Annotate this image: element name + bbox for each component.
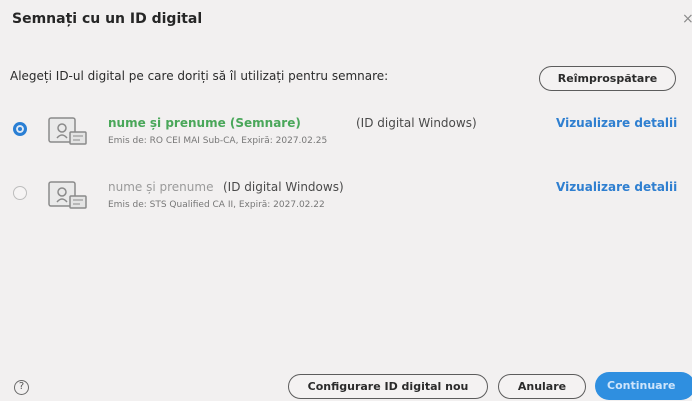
digital-id-option[interactable]: nume și prenume (ID digital Windows) Emi… [0,178,692,222]
refresh-button[interactable]: Reîmprospătare [539,66,676,91]
close-icon[interactable]: × [682,11,692,27]
id-type: (ID digital Windows) [223,180,344,194]
id-type: (ID digital Windows) [356,116,477,130]
choose-id-prompt: Alegeți ID-ul digital pe care doriți să … [10,69,389,83]
radio-selected[interactable] [13,122,27,136]
id-issuer: Emis de: RO CEI MAI Sub-CA, Expiră: 2027… [108,136,328,146]
help-icon[interactable]: ? [14,380,29,395]
cancel-button[interactable]: Anulare [498,374,586,399]
configure-new-id-button[interactable]: Configurare ID digital nou [288,374,488,399]
dialog-title: Semnați cu un ID digital [12,11,203,27]
certificate-icon [48,117,87,145]
continue-button[interactable]: Continuare [595,372,692,400]
view-details-link[interactable]: Vizualizare detalii [556,180,677,194]
view-details-link[interactable]: Vizualizare detalii [556,116,677,130]
digital-id-option[interactable]: nume și prenume (Semnare) (ID digital Wi… [0,114,692,158]
id-name: nume și prenume (Semnare) [108,116,301,130]
certificate-icon [48,181,87,209]
id-name: nume și prenume [108,180,214,194]
id-issuer: Emis de: STS Qualified CA II, Expiră: 20… [108,200,325,210]
radio-unselected[interactable] [13,186,27,200]
sign-with-digital-id-dialog: Semnați cu un ID digital × Alegeți ID-ul… [0,0,692,401]
